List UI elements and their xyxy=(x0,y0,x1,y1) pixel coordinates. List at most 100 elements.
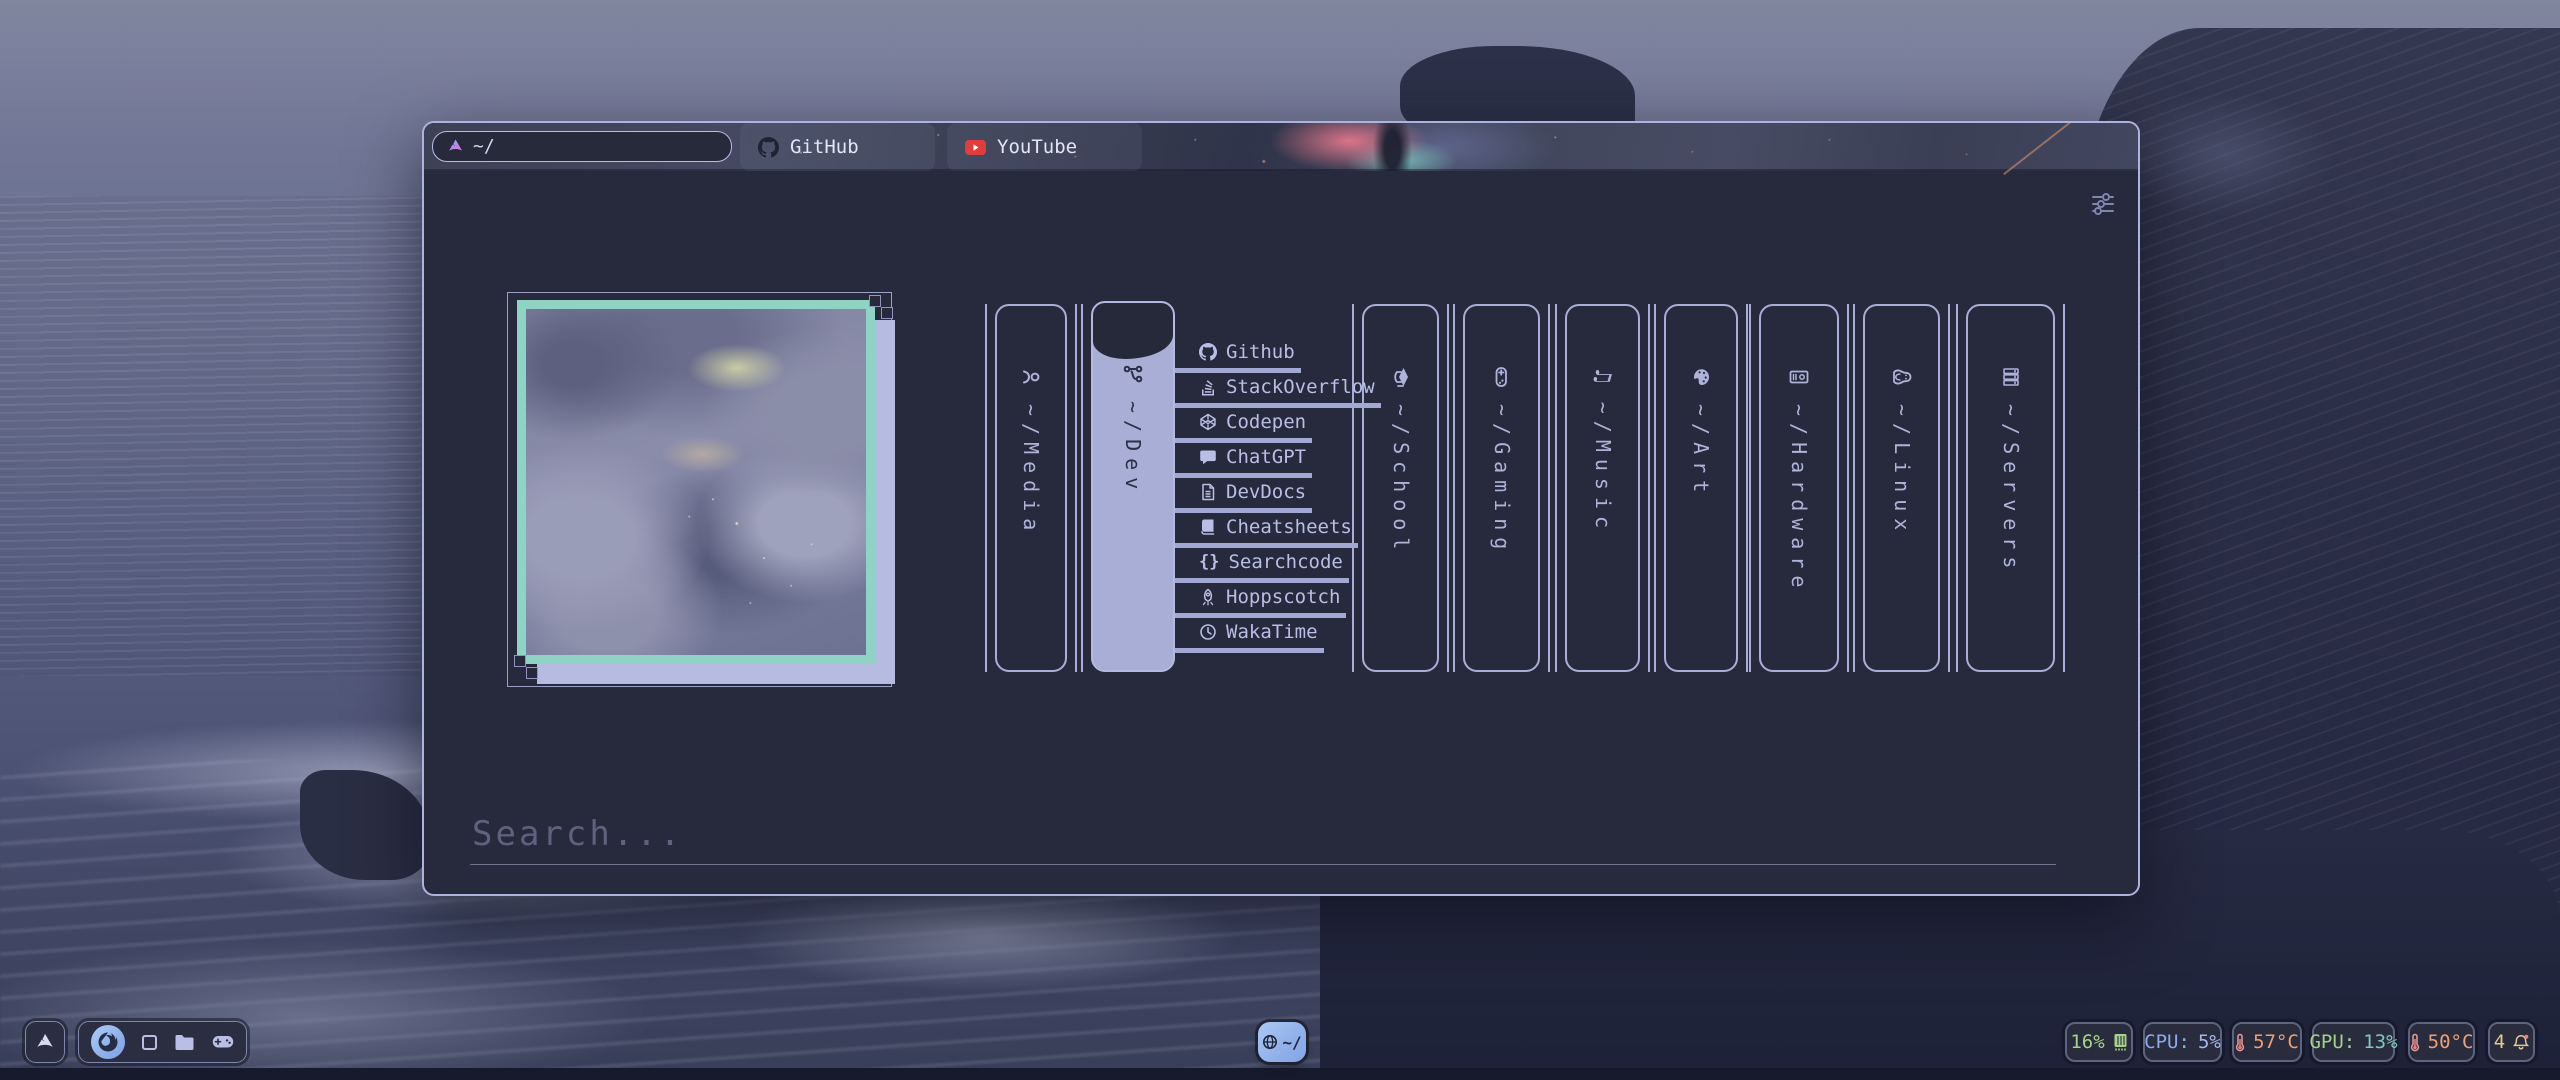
book-hardware[interactable]: ~/Hardware xyxy=(1759,304,1839,672)
clock-icon xyxy=(1199,623,1217,641)
active-window-label: ~/ xyxy=(1282,1033,1301,1052)
shelf-divider xyxy=(1847,304,1849,672)
shelf-divider xyxy=(1648,304,1650,672)
codepen-icon xyxy=(1199,413,1217,431)
gamepad-icon xyxy=(1491,366,1513,388)
book-label: ~/Dev xyxy=(1121,401,1145,496)
braces-icon: {} xyxy=(1199,552,1219,572)
frame-handle xyxy=(526,667,538,679)
ram-icon xyxy=(2113,1033,2128,1051)
firefox-icon xyxy=(91,1025,125,1059)
book-school[interactable]: ~/School xyxy=(1362,304,1439,672)
shelf-divider xyxy=(1447,304,1449,672)
music-note-icon: ♫ xyxy=(1590,366,1615,386)
dock-item-files[interactable] xyxy=(174,1034,195,1051)
dock-item-window[interactable] xyxy=(142,1035,157,1050)
launcher-button[interactable] xyxy=(25,1021,65,1063)
link-label: Cheatsheets xyxy=(1226,516,1352,538)
chat-bubble-icon xyxy=(1199,448,1217,466)
tab-github[interactable]: GitHub xyxy=(740,123,935,171)
link-devdocs[interactable]: DevDocs xyxy=(1175,479,1312,505)
link-searchcode[interactable]: {} Searchcode xyxy=(1175,549,1349,575)
book-dev[interactable]: ~/Dev xyxy=(1091,301,1175,672)
window-icon xyxy=(142,1035,157,1050)
gpu-widget: GPU: 13% xyxy=(2312,1022,2395,1062)
search-input[interactable] xyxy=(470,813,2056,865)
wallpaper-bottom-edge xyxy=(0,1068,2560,1080)
cpu-temp-value: 57°C xyxy=(2253,1031,2299,1053)
link-label: ChatGPT xyxy=(1226,446,1306,468)
book-media[interactable]: ~/Media xyxy=(995,304,1067,672)
notification-count: 4 xyxy=(2494,1031,2505,1053)
desktop: ~/ GitHub YouTube xyxy=(0,0,2560,1080)
sliders-icon[interactable] xyxy=(2088,189,2118,219)
book-label: ~/Gaming xyxy=(1490,404,1514,556)
shelf-divider xyxy=(1352,304,1354,672)
shelf-divider xyxy=(1555,304,1557,672)
book-gaming[interactable]: ~/Gaming xyxy=(1463,304,1540,672)
shelf-divider xyxy=(1853,304,1855,672)
computer-icon xyxy=(1788,366,1810,388)
person-icon xyxy=(1020,366,1042,388)
notifications-widget[interactable]: 4 xyxy=(2488,1022,2535,1062)
browser-window: ~/ GitHub YouTube xyxy=(422,121,2140,896)
gpu-label: GPU: xyxy=(2309,1031,2355,1053)
thermometer-icon xyxy=(2410,1033,2420,1052)
shelf-divider xyxy=(1654,304,1656,672)
link-label: Searchcode xyxy=(1228,551,1342,573)
gpu-temp-widget: 50°C xyxy=(2408,1022,2475,1062)
graduation-cap-icon xyxy=(1390,366,1412,388)
shelf-divider xyxy=(1948,304,1950,672)
link-label: StackOverflow xyxy=(1226,376,1375,398)
taskbar-active-window[interactable]: ~/ xyxy=(1258,1022,1306,1062)
gpu-value: 13% xyxy=(2363,1031,2397,1053)
arch-logo-icon xyxy=(447,138,464,155)
document-icon xyxy=(1199,483,1217,501)
arch-logo-icon xyxy=(35,1032,55,1052)
folder-icon xyxy=(174,1034,195,1051)
shelf-divider xyxy=(1075,304,1077,672)
rocket-icon xyxy=(1199,588,1217,606)
frame-handle xyxy=(881,307,893,319)
tab-label: GitHub xyxy=(790,136,859,158)
frame-handle xyxy=(514,655,526,667)
link-codepen[interactable]: Codepen xyxy=(1175,409,1312,435)
shelf-divider xyxy=(1453,304,1455,672)
shelf-divider xyxy=(1081,304,1083,672)
palette-icon xyxy=(1690,366,1712,388)
book-servers[interactable]: ~/Servers xyxy=(1966,304,2055,672)
url-bar[interactable]: ~/ xyxy=(432,131,732,162)
book-label: ~/Servers xyxy=(1999,404,2023,575)
dock-item-games[interactable] xyxy=(212,1035,234,1049)
link-label: WakaTime xyxy=(1226,621,1318,643)
cpu-label: CPU: xyxy=(2144,1031,2190,1053)
link-cheatsheets[interactable]: Cheatsheets xyxy=(1175,514,1358,540)
globe-icon xyxy=(1262,1034,1278,1050)
shelf-divider xyxy=(1749,304,1751,672)
shelf-divider xyxy=(1746,304,1748,672)
link-hoppscotch[interactable]: Hoppscotch xyxy=(1175,584,1346,610)
link-label: Codepen xyxy=(1226,411,1306,433)
link-stackoverflow[interactable]: StackOverflow xyxy=(1175,374,1381,400)
penguin-icon xyxy=(1891,366,1913,388)
book-art[interactable]: ~/Art xyxy=(1664,304,1738,672)
shelf-divider xyxy=(985,304,987,672)
dock-item-firefox[interactable] xyxy=(91,1025,125,1059)
cpu-widget: CPU: 5% xyxy=(2143,1022,2222,1062)
bell-icon xyxy=(2513,1034,2529,1051)
link-chatgpt[interactable]: ChatGPT xyxy=(1175,444,1312,470)
tab-youtube[interactable]: YouTube xyxy=(947,123,1142,171)
book-music[interactable]: ♫ ~/Music xyxy=(1565,304,1640,672)
url-text: ~/ xyxy=(473,136,495,157)
book-label: ~/School xyxy=(1389,404,1413,556)
link-label: DevDocs xyxy=(1226,481,1306,503)
github-icon xyxy=(1199,343,1217,361)
github-icon xyxy=(758,137,779,158)
thermometer-icon xyxy=(2235,1033,2245,1052)
dock xyxy=(78,1021,247,1063)
book-linux[interactable]: ~/Linux xyxy=(1863,304,1940,672)
link-wakatime[interactable]: WakaTime xyxy=(1175,619,1324,645)
link-github[interactable]: Github xyxy=(1175,339,1301,365)
frame-handle xyxy=(869,295,881,307)
artwork-clouds-image xyxy=(526,309,866,655)
